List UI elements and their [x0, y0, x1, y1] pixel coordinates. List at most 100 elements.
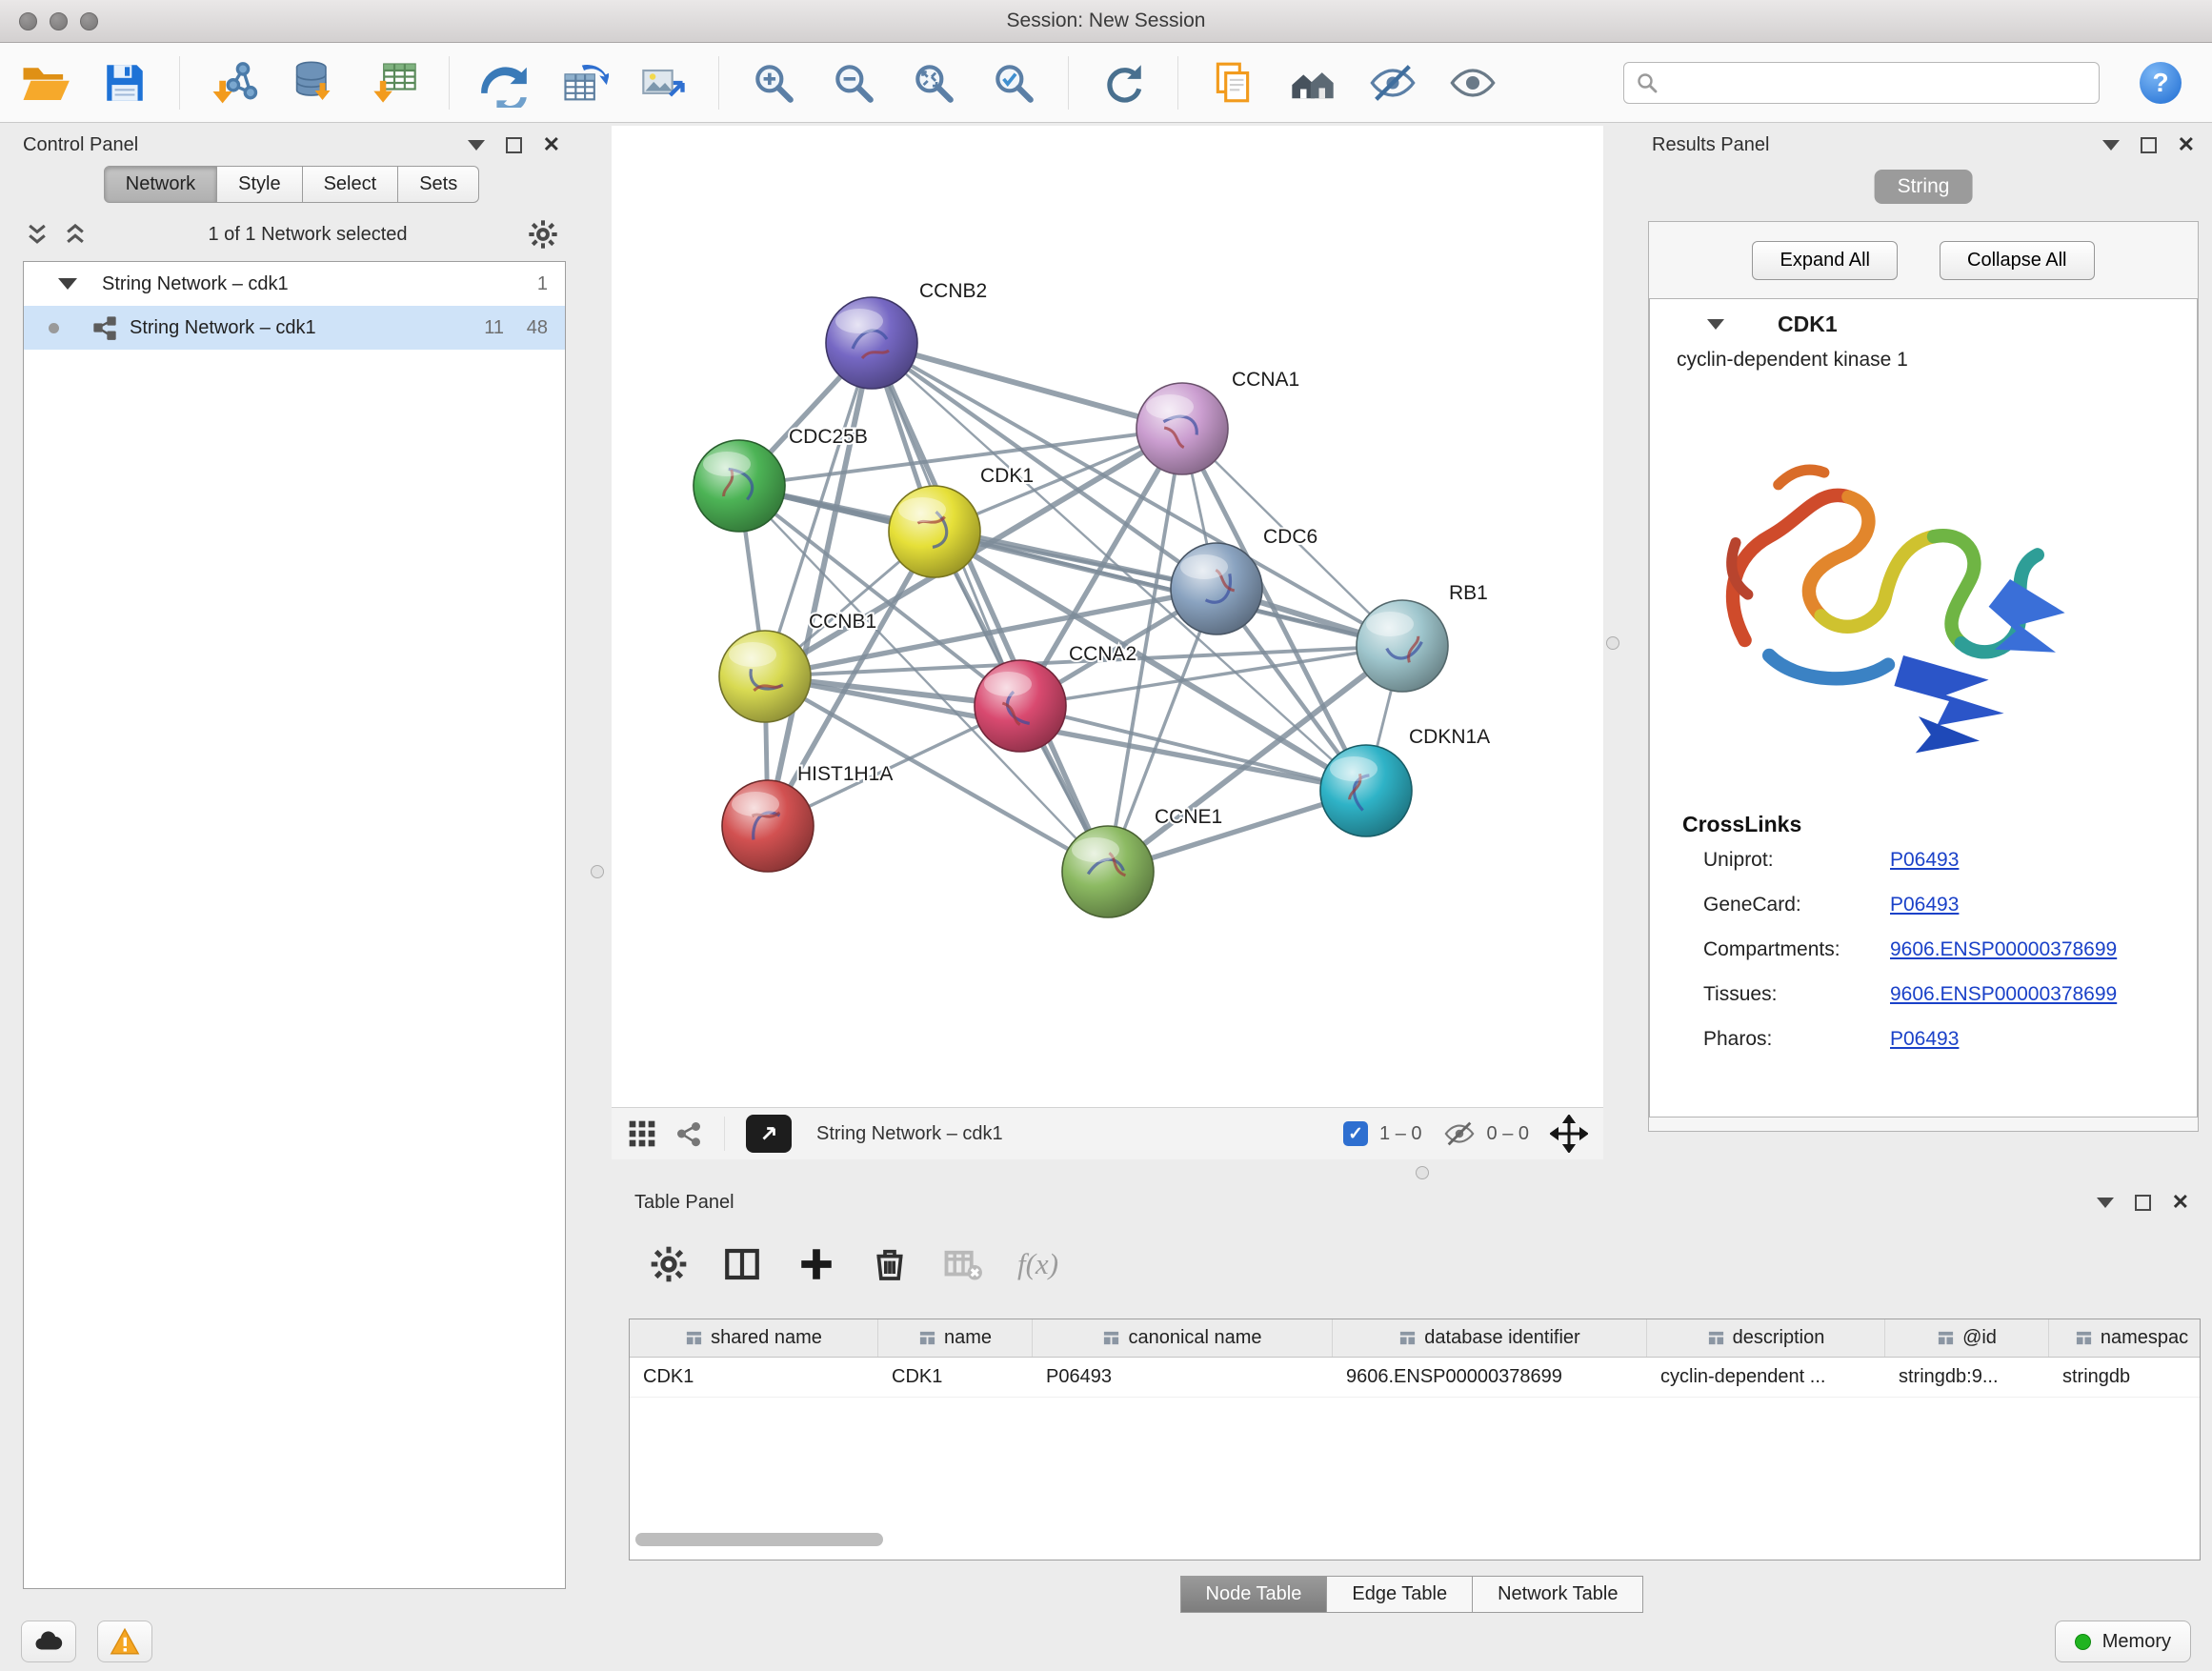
tab-edge-table[interactable]: Edge Table — [1327, 1576, 1473, 1613]
copy-document-button[interactable] — [1203, 51, 1262, 114]
tab-network-table[interactable]: Network Table — [1473, 1576, 1643, 1613]
network-node-HIST1H1A[interactable] — [722, 780, 814, 872]
show-columns-icon[interactable] — [722, 1244, 762, 1284]
crosslink-value-link[interactable]: P06493 — [1890, 894, 1959, 916]
column-header-shared-name[interactable]: shared name — [630, 1319, 878, 1357]
table-cell[interactable]: stringdb — [2049, 1358, 2201, 1397]
network-edge[interactable] — [768, 343, 872, 826]
network-edge[interactable] — [872, 343, 1108, 872]
network-node-CCNE1[interactable] — [1062, 826, 1154, 917]
column-header-name[interactable]: name — [878, 1319, 1033, 1357]
panel-close-icon[interactable]: ✕ — [543, 134, 560, 155]
collapse-section-icon[interactable] — [1707, 319, 1724, 330]
network-from-table-button[interactable] — [554, 51, 613, 114]
table-horizontal-scrollbar[interactable] — [635, 1533, 883, 1546]
network-node-CDKN1A[interactable] — [1320, 745, 1412, 836]
share-view-icon[interactable] — [674, 1119, 703, 1148]
network-node-CCNA1[interactable] — [1136, 383, 1228, 474]
zoom-selected-button[interactable] — [984, 51, 1043, 114]
crosslink-value-link[interactable]: 9606.ENSP00000378699 — [1890, 983, 2117, 1006]
gear-icon[interactable] — [528, 219, 558, 250]
selected-checkbox-icon[interactable]: ✓ — [1343, 1121, 1368, 1146]
panel-menu-icon[interactable] — [2097, 1198, 2114, 1208]
refresh-view-button[interactable] — [1094, 51, 1153, 114]
panel-close-icon[interactable]: ✕ — [2172, 1192, 2189, 1213]
expand-all-icon[interactable] — [63, 222, 88, 247]
minimize-window-button[interactable] — [50, 12, 68, 30]
table-settings-gear-icon[interactable] — [650, 1245, 688, 1283]
network-node-CCNB1[interactable] — [719, 631, 811, 722]
table-cell[interactable]: stringdb:9... — [1885, 1358, 2049, 1397]
crosslink-value-link[interactable]: P06493 — [1890, 1028, 1959, 1051]
warnings-button[interactable] — [97, 1621, 152, 1662]
memory-button[interactable]: Memory — [2055, 1621, 2191, 1662]
network-collection-row[interactable]: String Network – cdk1 1 — [24, 262, 565, 306]
search-input[interactable] — [1668, 71, 2087, 93]
expand-all-button[interactable]: Expand All — [1752, 241, 1898, 280]
collapse-all-button[interactable]: Collapse All — [1940, 241, 2095, 280]
hidden-eye-slash-icon[interactable] — [1443, 1117, 1476, 1150]
network-node-CDC25B[interactable] — [694, 440, 785, 532]
panel-menu-icon[interactable] — [2102, 140, 2120, 151]
panel-menu-icon[interactable] — [468, 140, 485, 151]
column-header-canonical-name[interactable]: canonical name — [1033, 1319, 1333, 1357]
grid-view-icon[interactable] — [627, 1118, 657, 1149]
import-network-file-button[interactable] — [205, 51, 264, 114]
splitter-handle[interactable] — [1416, 1166, 1429, 1179]
network-node-CCNB2[interactable] — [826, 297, 917, 389]
table-cell[interactable]: CDK1 — [878, 1358, 1033, 1397]
new-network-button[interactable] — [474, 51, 533, 114]
zoom-fit-button[interactable] — [904, 51, 963, 114]
network-node-CCNA2[interactable] — [975, 660, 1066, 752]
open-session-button[interactable] — [15, 51, 74, 114]
column-header-description[interactable]: description — [1647, 1319, 1885, 1357]
network-node-RB1[interactable] — [1357, 600, 1448, 692]
table-cell[interactable]: 9606.ENSP00000378699 — [1333, 1358, 1647, 1397]
table-cell[interactable]: cyclin-dependent ... — [1647, 1358, 1885, 1397]
zoom-out-button[interactable] — [824, 51, 883, 114]
export-image-button[interactable] — [634, 51, 694, 114]
panel-float-icon[interactable] — [2141, 137, 2157, 153]
zoom-in-button[interactable] — [744, 51, 803, 114]
cloud-status-button[interactable] — [21, 1621, 76, 1662]
save-session-button[interactable] — [95, 51, 154, 114]
collapse-all-icon[interactable] — [25, 222, 50, 247]
table-cell[interactable]: P06493 — [1033, 1358, 1333, 1397]
crosslink-value-link[interactable]: P06493 — [1890, 849, 1959, 872]
network-node-CDC6[interactable] — [1171, 543, 1262, 634]
help-button[interactable]: ? — [2140, 62, 2182, 104]
close-window-button[interactable] — [19, 12, 37, 30]
table-row[interactable]: CDK1CDK1P064939606.ENSP00000378699cyclin… — [630, 1358, 2200, 1398]
string-tab-badge[interactable]: String — [1875, 170, 1973, 204]
column-header-@id[interactable]: @id — [1885, 1319, 2049, 1357]
tab-network[interactable]: Network — [104, 166, 217, 203]
column-header-namespac[interactable]: namespac — [2049, 1319, 2201, 1357]
table-cell[interactable]: CDK1 — [630, 1358, 878, 1397]
tab-style[interactable]: Style — [217, 166, 302, 203]
tab-node-table[interactable]: Node Table — [1180, 1576, 1328, 1613]
panel-close-icon[interactable]: ✕ — [2178, 134, 2195, 155]
tree-expand-icon[interactable] — [58, 278, 77, 290]
tab-select[interactable]: Select — [303, 166, 399, 203]
import-table-button[interactable] — [365, 51, 424, 114]
network-row[interactable]: String Network – cdk1 11 48 — [24, 306, 565, 350]
string-home-button[interactable] — [1283, 51, 1342, 114]
network-node-CDK1[interactable] — [889, 486, 980, 577]
panel-float-icon[interactable] — [2135, 1195, 2151, 1211]
splitter-handle[interactable] — [1606, 636, 1619, 650]
import-network-database-button[interactable] — [285, 51, 344, 114]
splitter-handle[interactable] — [591, 865, 604, 878]
tab-sets[interactable]: Sets — [398, 166, 479, 203]
network-graph[interactable]: CCNB2CCNA1CDC25BCDK1CDC6RB1CCNB1CCNA2CDK… — [612, 126, 1603, 1107]
add-column-plus-icon[interactable] — [796, 1244, 836, 1284]
zoom-window-button[interactable] — [80, 12, 98, 30]
column-header-database-identifier[interactable]: database identifier — [1333, 1319, 1647, 1357]
hide-unhide-button[interactable] — [1363, 51, 1422, 114]
crosslink-value-link[interactable]: 9606.ENSP00000378699 — [1890, 938, 2117, 961]
birdseye-toggle-button[interactable] — [746, 1115, 792, 1153]
show-view-button[interactable] — [1443, 51, 1502, 114]
network-canvas[interactable]: CCNB2CCNA1CDC25BCDK1CDC6RB1CCNB1CCNA2CDK… — [612, 126, 1603, 1107]
delete-column-trash-icon[interactable] — [871, 1245, 909, 1283]
pan-crosshair-icon[interactable] — [1550, 1115, 1588, 1153]
panel-float-icon[interactable] — [506, 137, 522, 153]
